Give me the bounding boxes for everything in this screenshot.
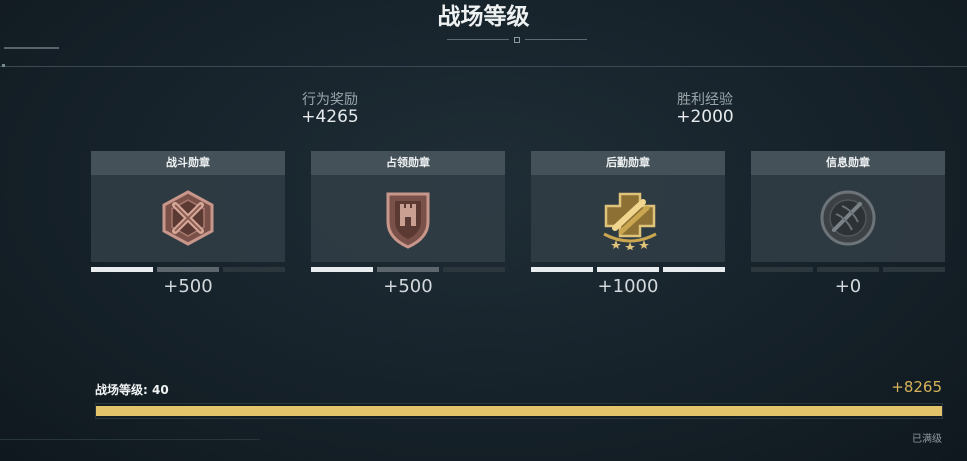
medal-progress-combat	[91, 267, 285, 272]
left-decoration	[4, 47, 59, 49]
medal-card-combat[interactable]: 战斗勋章	[91, 151, 285, 262]
bottom-divider	[0, 439, 260, 440]
medal-progress-capture	[311, 267, 505, 272]
progress-segment	[223, 267, 285, 272]
progress-segment	[883, 267, 945, 272]
left-dot	[2, 64, 5, 67]
progress-segment	[157, 267, 219, 272]
medal-score-logistics: +1000	[597, 276, 659, 297]
progress-segment	[751, 267, 813, 272]
victory-exp-label: 胜利经验	[677, 92, 733, 108]
fortress-shield-medal-icon	[386, 192, 430, 249]
medal-card-intel[interactable]: 信息勋章	[751, 151, 945, 262]
progress-segment	[531, 267, 593, 272]
progress-segment	[817, 267, 879, 272]
radar-medal-icon	[820, 190, 876, 246]
medal-card-title: 后勤勋章	[531, 151, 725, 175]
battlefield-level-label: 战场等级: 40	[95, 383, 169, 397]
max-level-status: 已满级	[912, 434, 942, 445]
crossed-swords-medal-icon	[162, 190, 214, 246]
medal-score-intel: +0	[834, 276, 862, 297]
page-title: 战场等级	[437, 4, 530, 30]
title-decoration	[447, 37, 587, 43]
progress-segment	[597, 267, 659, 272]
progress-segment	[663, 267, 725, 272]
medal-card-title: 信息勋章	[751, 151, 945, 175]
medal-score-combat: +500	[163, 276, 213, 297]
total-exp-value: +8265	[891, 378, 942, 396]
supply-cross-medal-icon	[603, 192, 657, 250]
victory-exp-value: +2000	[676, 107, 734, 127]
medal-card-title: 占领勋章	[311, 151, 505, 175]
behavior-reward-label: 行为奖励	[302, 92, 358, 108]
progress-segment	[443, 267, 505, 272]
medal-progress-logistics	[531, 267, 725, 272]
medal-card-logistics[interactable]: 后勤勋章	[531, 151, 725, 262]
level-progress-bar	[95, 403, 943, 419]
progress-segment	[377, 267, 439, 272]
header-divider	[0, 66, 967, 67]
medal-card-title: 战斗勋章	[91, 151, 285, 175]
level-progress-fill	[96, 406, 942, 416]
progress-segment	[91, 267, 153, 272]
medal-score-capture: +500	[383, 276, 433, 297]
medal-card-capture[interactable]: 占领勋章	[311, 151, 505, 262]
medal-progress-intel	[751, 267, 945, 272]
progress-segment	[311, 267, 373, 272]
behavior-reward-value: +4265	[301, 107, 359, 127]
